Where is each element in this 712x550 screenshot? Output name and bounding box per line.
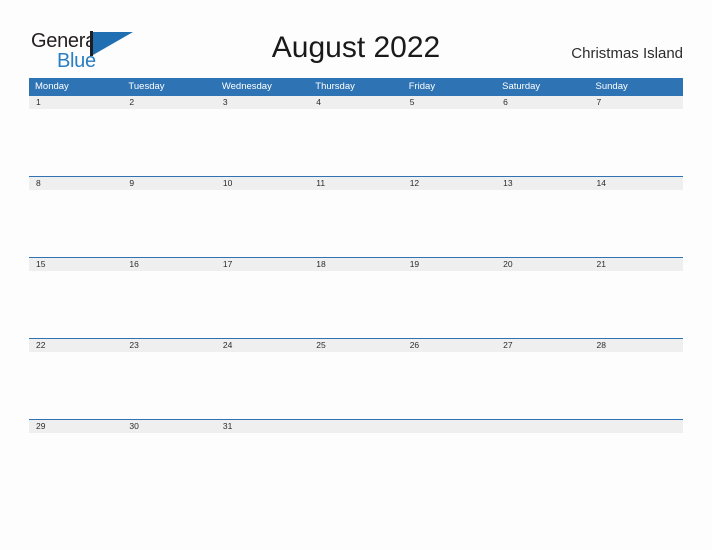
weekday-header-thursday: Thursday (315, 81, 355, 92)
day-cell-number[interactable] (309, 420, 402, 433)
day-cell-number[interactable]: 8 (29, 177, 122, 190)
week-number-band: 29 30 31 (29, 419, 683, 433)
week-note-area[interactable] (29, 109, 683, 176)
day-cell-number[interactable]: 4 (309, 96, 402, 109)
day-cell-number[interactable]: 21 (590, 258, 683, 271)
day-cell-number[interactable]: 12 (403, 177, 496, 190)
day-cell-number[interactable]: 6 (496, 96, 589, 109)
week-note-area[interactable] (29, 190, 683, 257)
day-cell-number[interactable]: 13 (496, 177, 589, 190)
weekday-header-saturday: Saturday (502, 81, 541, 92)
week-note-area[interactable] (29, 433, 683, 500)
day-cell-number[interactable]: 9 (122, 177, 215, 190)
calendar-week-row: 1 2 3 4 5 6 7 (29, 95, 683, 176)
week-number-band: 8 9 10 11 12 13 14 (29, 176, 683, 190)
day-cell-number[interactable] (403, 420, 496, 433)
week-number-band: 22 23 24 25 26 27 28 (29, 338, 683, 352)
weekday-header-sunday: Sunday (595, 81, 628, 92)
day-cell-number[interactable] (496, 420, 589, 433)
day-cell-number[interactable]: 10 (216, 177, 309, 190)
calendar-week-row: 8 9 10 11 12 13 14 (29, 176, 683, 257)
day-cell-number[interactable]: 28 (590, 339, 683, 352)
weekday-header-tuesday: Tuesday (128, 81, 165, 92)
day-cell-number[interactable]: 17 (216, 258, 309, 271)
week-number-band: 1 2 3 4 5 6 7 (29, 95, 683, 109)
day-cell-number[interactable]: 27 (496, 339, 589, 352)
calendar-page: General Blue August 2022 Christmas Islan… (0, 0, 712, 550)
day-cell-number[interactable]: 24 (216, 339, 309, 352)
week-note-area[interactable] (29, 271, 683, 338)
week-note-area[interactable] (29, 352, 683, 419)
calendar-grid: Monday Tuesday Wednesday Thursday Friday… (29, 78, 683, 500)
location-label: Christmas Island (571, 45, 683, 62)
weekday-header-row: Monday Tuesday Wednesday Thursday Friday… (29, 78, 683, 95)
day-cell-number[interactable]: 14 (590, 177, 683, 190)
day-cell-number[interactable]: 15 (29, 258, 122, 271)
day-cell-number[interactable]: 16 (122, 258, 215, 271)
day-cell-number[interactable]: 2 (122, 96, 215, 109)
weekday-header-monday: Monday (35, 81, 69, 92)
calendar-week-row: 15 16 17 18 19 20 21 (29, 257, 683, 338)
day-cell-number[interactable]: 31 (216, 420, 309, 433)
day-cell-number[interactable]: 26 (403, 339, 496, 352)
page-header: General Blue August 2022 Christmas Islan… (0, 0, 712, 78)
day-cell-number[interactable]: 19 (403, 258, 496, 271)
day-cell-number[interactable]: 29 (29, 420, 122, 433)
day-cell-number[interactable]: 25 (309, 339, 402, 352)
calendar-week-row: 29 30 31 (29, 419, 683, 500)
calendar-week-row: 22 23 24 25 26 27 28 (29, 338, 683, 419)
day-cell-number[interactable]: 30 (122, 420, 215, 433)
week-number-band: 15 16 17 18 19 20 21 (29, 257, 683, 271)
weekday-header-friday: Friday (408, 81, 436, 92)
day-cell-number[interactable]: 1 (29, 96, 122, 109)
day-cell-number[interactable]: 7 (590, 96, 683, 109)
day-cell-number[interactable]: 23 (122, 339, 215, 352)
day-cell-number[interactable]: 11 (309, 177, 402, 190)
day-cell-number[interactable] (590, 420, 683, 433)
day-cell-number[interactable]: 5 (403, 96, 496, 109)
day-cell-number[interactable]: 22 (29, 339, 122, 352)
day-cell-number[interactable]: 20 (496, 258, 589, 271)
day-cell-number[interactable]: 3 (216, 96, 309, 109)
day-cell-number[interactable]: 18 (309, 258, 402, 271)
weekday-header-wednesday: Wednesday (221, 81, 272, 92)
